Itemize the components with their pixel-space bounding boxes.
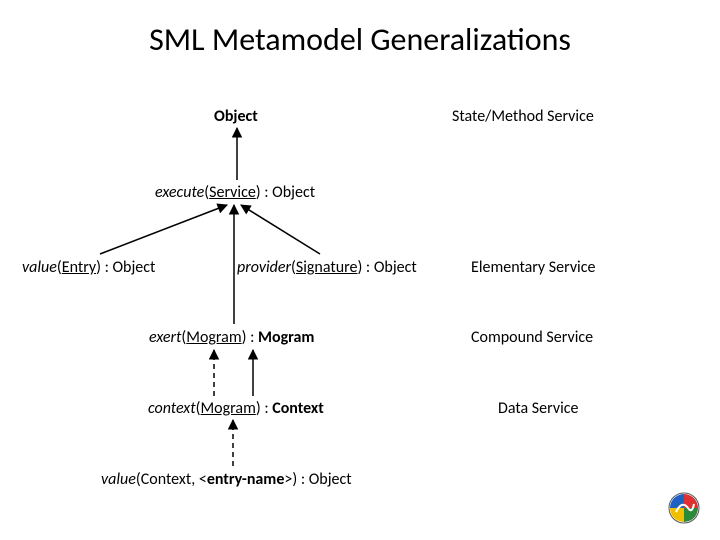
exert-ret: Mogram <box>258 328 314 347</box>
object-node: Object <box>214 107 258 126</box>
execute-fn: execute <box>155 183 204 202</box>
context-mogram-node: context(Mogram) : Context <box>148 399 324 418</box>
value-context-node: value(Context, <entry-name>) : Object <box>101 470 352 489</box>
logo-icon <box>668 492 700 524</box>
value-entry-fn: value <box>22 258 57 277</box>
execute-service-node: execute(Service) : Object <box>155 183 315 202</box>
value-entry-node: value(Entry) : Object <box>22 258 155 277</box>
compound-service-label: Compound Service <box>471 328 593 347</box>
exert-mogram-node: exert(Mogram) : Mogram <box>149 328 314 347</box>
exert-fn: exert <box>149 328 181 347</box>
slide-title: SML Metamodel Generalizations <box>0 20 720 59</box>
value-entry-arg: Entry <box>62 258 96 277</box>
context-arg: Mogram <box>201 399 256 418</box>
state-method-service-label: State/Method Service <box>452 107 594 126</box>
arrow-value-entry-execute <box>100 205 227 254</box>
provider-signature-node: provider(Signature) : Object <box>237 258 417 277</box>
arrow-provider-execute <box>241 205 320 254</box>
execute-arg: Service <box>209 183 256 202</box>
context-ret: Context <box>272 399 324 418</box>
slide: SML Metamodel Generalizations Object Sta… <box>0 0 720 540</box>
elementary-service-label: Elementary Service <box>471 258 595 277</box>
value-ctx-fn: value <box>101 470 136 489</box>
exert-arg: Mogram <box>186 328 241 347</box>
provider-fn: provider <box>237 258 291 277</box>
data-service-label: Data Service <box>498 399 578 418</box>
provider-arg: Signature <box>296 258 358 277</box>
value-ctx-arg: entry-name <box>207 470 285 489</box>
context-fn: context <box>148 399 196 418</box>
